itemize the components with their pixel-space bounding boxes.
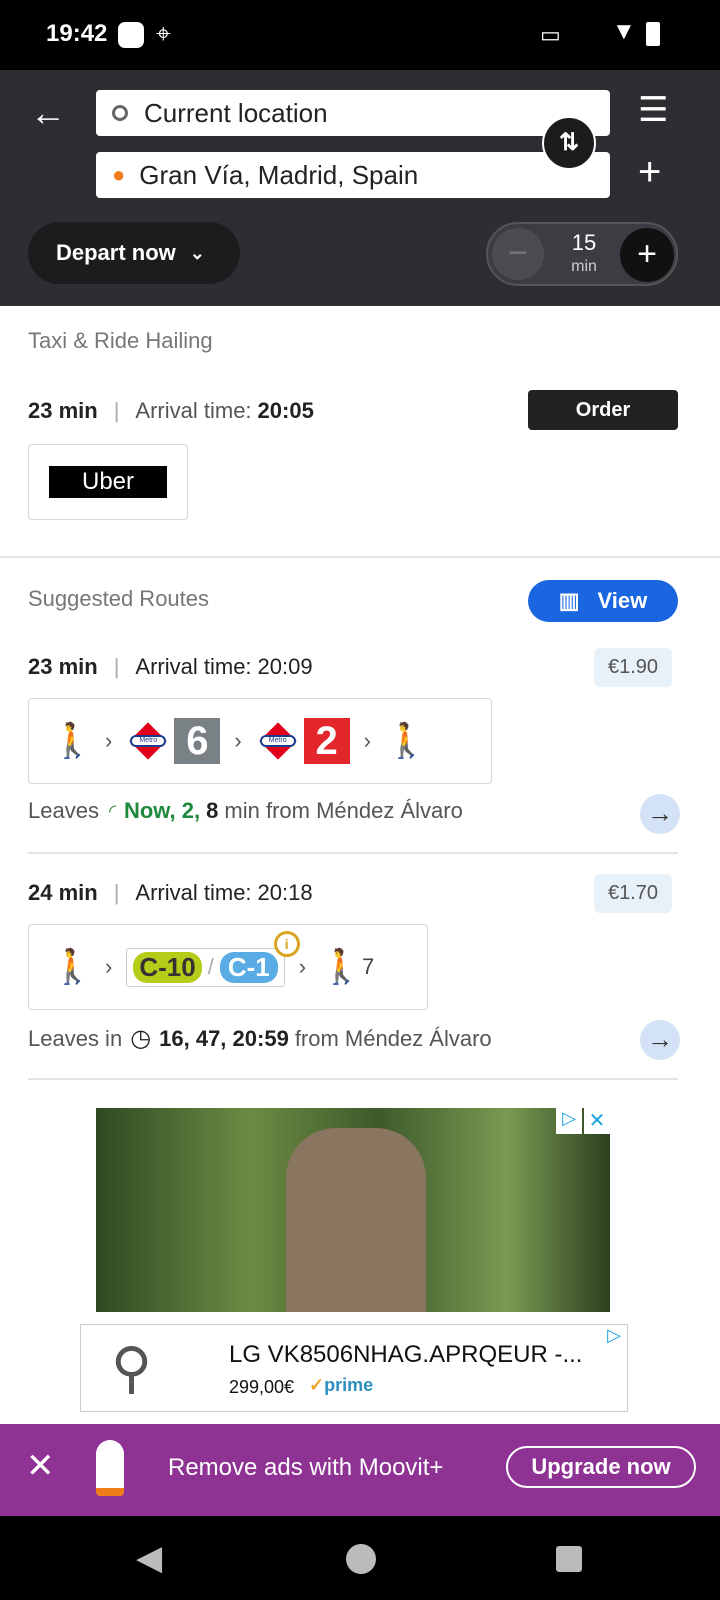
route-price: €1.90 (594, 648, 673, 687)
prime-badge: ✓prime (309, 1375, 374, 1395)
minutes-stepper: − 15 min + (486, 222, 678, 286)
video-ad[interactable]: ▷ ✕ (96, 1108, 610, 1312)
home-nav-icon[interactable] (346, 1544, 376, 1574)
clock-icon: ◷ (130, 1025, 152, 1052)
line-badge: C-10 (133, 951, 202, 983)
upgrade-now-button[interactable]: Upgrade now (506, 1446, 696, 1488)
next-time: 8 (206, 798, 219, 823)
walk-icon: 🚶 (384, 722, 428, 760)
depart-label: Depart now (56, 240, 176, 265)
uber-option[interactable]: Uber (28, 444, 188, 520)
uber-logo: Uber (49, 466, 167, 498)
swap-button[interactable]: ⇅ (542, 116, 596, 170)
leaves-label: Leaves in (28, 1025, 123, 1051)
destination-text: Gran Vía, Madrid, Spain (139, 159, 419, 190)
cercanias-lines: C-10 / C-1 i (126, 930, 300, 987)
arrival-label: Arrival time: (135, 654, 252, 679)
clock: 19:42 (46, 20, 108, 47)
route-1-arrow-button[interactable]: → (640, 794, 680, 834)
depart-now-dropdown[interactable]: Depart now ⌄ (28, 222, 240, 284)
taxi-duration: 23 min (28, 398, 98, 423)
moovit-plus-banner: ✕ Remove ads with Moovit+ Upgrade now (0, 1424, 720, 1516)
back-icon[interactable]: ← (30, 92, 66, 134)
arrival-label: Arrival time: (135, 398, 252, 423)
scheduled-times: 16, 47, 20:59 (159, 1025, 289, 1051)
chevron-down-icon: ⌄ (189, 242, 205, 263)
plus-button[interactable]: + (620, 228, 674, 282)
origin-text: Current location (144, 97, 328, 128)
system-nav-bar: ◀ (0, 1516, 720, 1600)
routes-section-title: Suggested Routes (28, 586, 210, 611)
route-1-legs[interactable]: 🚶 › Metro 6 › Metro 2 › 🚶 (28, 698, 492, 784)
stepper-unit: min (571, 258, 597, 275)
leaves-label: Leaves (28, 798, 99, 823)
stepper-value: 15 (571, 230, 597, 255)
taxi-summary: 23 min | Arrival time: 20:05 (28, 398, 314, 423)
route-arrival: 20:09 (257, 654, 313, 679)
adchoices-icon[interactable]: ▷ (556, 1108, 582, 1134)
realtime-times: Now, 2, (123, 798, 201, 823)
filter-icon[interactable]: ☰ (638, 90, 668, 130)
walk-minutes: 7 (362, 954, 375, 979)
route-1-summary[interactable]: 23 min | Arrival time: 20:09 (28, 654, 313, 680)
route-2-arrow-button[interactable]: → (640, 1020, 680, 1060)
minus-button[interactable]: − (492, 228, 544, 280)
promo-text: Remove ads with Moovit+ (168, 1454, 444, 1481)
walk-icon: 🚶 (51, 722, 94, 760)
route-2-legs[interactable]: 🚶 › C-10 / C-1 i › 🚶 7 (28, 924, 428, 1010)
line-badge: 2 (303, 718, 350, 764)
route-2-departures: Leaves in ◷ 16, 47, 20:59 from Méndez Ál… (28, 1024, 492, 1053)
pin-icon: ● (112, 162, 126, 187)
info-icon[interactable]: i (273, 930, 300, 957)
cast-icon: ▭ (540, 22, 561, 47)
metro-icon: Metro (126, 730, 170, 752)
status-bar: 19:42 ⌖ ▭ ▼ (0, 0, 720, 70)
route-arrival: 20:18 (257, 880, 313, 905)
line-badge: 6 (174, 718, 221, 764)
route-1-departures: Leaves ◜ Now, 2, 8 min from Méndez Álvar… (28, 798, 463, 824)
route-price: €1.70 (594, 874, 673, 913)
adchoices-icon[interactable]: ▷ (607, 1325, 621, 1346)
departure-suffix: min from Méndez Álvaro (224, 798, 463, 823)
wifi-icon: ▼ (612, 18, 636, 45)
vacuum-image: ⚲ (111, 1336, 153, 1399)
close-icon[interactable]: ✕ (26, 1446, 55, 1486)
search-header: ← Current location ● Gran Vía, Madrid, S… (0, 70, 720, 306)
ad-product-title: LG VK8506NHAG.APRQEUR -... (229, 1341, 583, 1368)
notification-icon (118, 22, 144, 48)
ad-price: 299,00€ (229, 1377, 295, 1397)
rocket-icon (96, 1440, 124, 1496)
ad-close-icon[interactable]: ✕ (584, 1108, 610, 1134)
departure-suffix: from Méndez Álvaro (294, 1025, 492, 1051)
taxi-section-title: Taxi & Ride Hailing (28, 328, 213, 353)
recents-nav-icon[interactable] (556, 1546, 582, 1572)
battery-icon (646, 22, 660, 46)
prime-text: prime (324, 1375, 374, 1395)
add-stop-icon[interactable]: + (638, 150, 661, 195)
product-ad[interactable]: ⚲ LG VK8506NHAG.APRQEUR -... 299,00€ ✓pr… (80, 1324, 628, 1412)
view-map-button[interactable]: ▥ View (528, 580, 678, 622)
walk-icon: 🚶 (320, 948, 363, 986)
line-badge: C-1 (219, 951, 278, 983)
route-duration: 23 min (28, 654, 98, 679)
walk-icon: 🚶 (51, 948, 94, 986)
ad-figure (286, 1128, 426, 1312)
route-2-summary[interactable]: 24 min | Arrival time: 20:18 (28, 880, 313, 906)
route-duration: 24 min (28, 880, 98, 905)
taxi-arrival: 20:05 (257, 398, 314, 423)
destination-input[interactable]: ● Gran Vía, Madrid, Spain (96, 152, 610, 198)
view-label: View (597, 588, 648, 613)
realtime-icon: ◜ (108, 800, 116, 821)
metro-icon: Metro (256, 730, 300, 752)
origin-dot-icon (112, 105, 128, 121)
arrival-label: Arrival time: (135, 880, 252, 905)
back-nav-icon[interactable]: ◀ (136, 1538, 162, 1578)
origin-input[interactable]: Current location (96, 90, 610, 136)
map-icon: ▥ (558, 588, 580, 613)
order-button[interactable]: Order (528, 390, 678, 430)
location-icon: ⌖ (156, 18, 171, 48)
